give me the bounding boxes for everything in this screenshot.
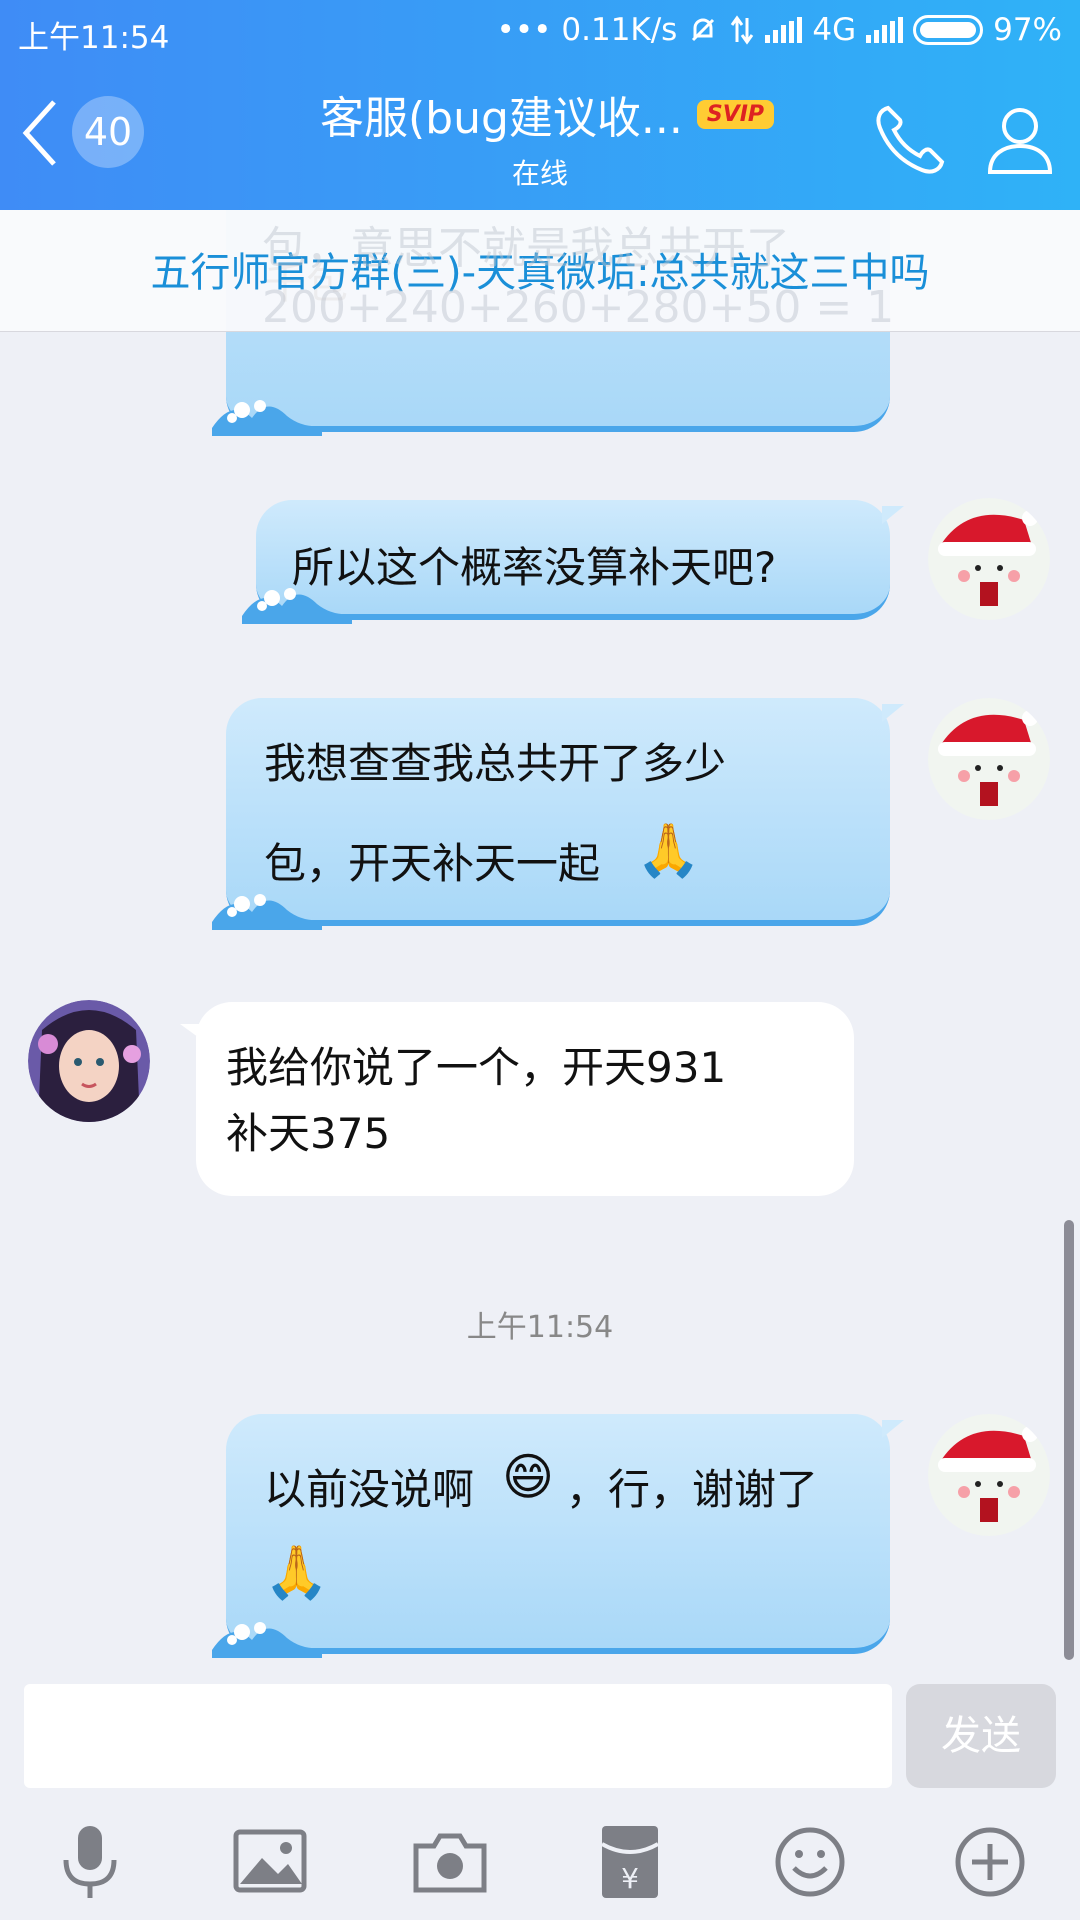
status-icons: ••• 0.11K/s 4G 97% [497,12,1062,48]
emoji-pray-icon: 🙏 [636,821,701,881]
message-text-line: 所以这个概率没算补天吧? [292,543,777,592]
message-text-line: 我给你说了一个，开天931 [226,1043,727,1092]
santa-hat-avatar-icon [928,498,1050,620]
message-text-line: 我想查查我总共开了多少 [264,739,727,788]
call-button[interactable] [870,100,950,180]
status-bar: 上午11:54 ••• 0.11K/s 4G 97% [0,0,1080,62]
santa-hat-avatar-icon [928,698,1050,820]
chat-title: 客服(bug建议收... [320,93,683,144]
bubble-tail [882,1420,904,1438]
message-list[interactable]: 千包 所以这个概率没算补天吧? 我想查查我总共开了多少 包，开天补天一起 🙏 [0,210,1080,1680]
send-button[interactable]: 发送 [906,1684,1056,1788]
input-toolbar: ¥ [0,1800,1080,1920]
message-input[interactable] [24,1684,892,1788]
data-arrows-icon [731,15,754,45]
message-bubble-outgoing[interactable]: 所以这个概率没算补天吧? [242,500,904,624]
camera-button[interactable] [410,1822,490,1902]
camera-icon [413,1833,487,1893]
mute-bell-icon [692,18,715,42]
message-bubble-incoming[interactable]: 我给你说了一个，开天931 补天375 [180,1002,854,1196]
plus-icon [955,1827,1025,1897]
network-type: 4G [812,12,857,48]
title-row[interactable]: 客服(bug建议收... SVIP [320,84,860,144]
message-text-line: 补天375 [226,1109,391,1158]
wave-decoration-icon [212,1622,322,1658]
message-bubble-outgoing[interactable]: 以前没说啊 😄 ，行，谢谢了 🙏 [212,1414,904,1658]
emoji-button[interactable] [770,1822,850,1902]
profile-button[interactable] [980,100,1060,180]
chat-header: 上午11:54 ••• 0.11K/s 4G 97% 40 客服(bug建议收.… [0,0,1080,210]
svg-text:¥: ¥ [621,1862,639,1895]
bubble-tail [882,506,904,524]
contact-avatar[interactable] [28,1000,150,1122]
signal-icon [765,17,803,43]
my-avatar[interactable] [928,1414,1050,1536]
svip-badge: SVIP [696,99,775,129]
phone-icon [876,105,945,174]
input-bar: 发送 [0,1680,1080,1800]
message-text-line: 以前没说啊 [264,1465,475,1514]
wave-decoration-icon [212,400,322,436]
bubble-tail [882,704,904,722]
emoji-grin-icon: 😄 [502,1448,555,1506]
message-text-line: ，行，谢谢了 [566,1465,819,1514]
voice-button[interactable] [50,1822,130,1902]
signal-2-icon [866,17,904,43]
status-dots: ••• [496,12,552,48]
message-timestamp: 上午11:54 [466,1310,614,1345]
nav-bar: 40 客服(bug建议收... SVIP 在线 [0,62,1080,210]
message-bubble-outgoing[interactable]: 我想查查我总共开了多少 包，开天补天一起 🙏 [212,698,904,930]
wave-decoration-icon [242,588,352,624]
scrollbar[interactable] [1064,1220,1074,1660]
bubble-tail [180,1024,202,1040]
battery-icon [913,15,984,45]
faded-message-line: 包，意思不就是我总共开了 [262,223,790,274]
santa-hat-avatar-icon [928,1414,1050,1536]
red-packet-button[interactable]: ¥ [590,1822,670,1902]
emoji-pray-icon: 🙏 [264,1543,329,1603]
anime-girl-avatar-icon [28,1000,150,1122]
more-button[interactable] [950,1822,1030,1902]
my-avatar[interactable] [928,698,1050,820]
my-avatar[interactable] [928,498,1050,620]
battery-level: 97% [993,12,1062,48]
faded-message-line: 200+240+260+280+50 = 1 [262,282,895,333]
microphone-icon [63,1826,117,1898]
status-time: 上午11:54 [18,20,170,56]
network-speed: 0.11K/s [561,12,678,48]
person-icon [987,108,1053,174]
image-button[interactable] [230,1822,310,1902]
emoji-icon [775,1827,845,1897]
wave-decoration-icon [212,894,322,930]
red-packet-icon: ¥ [601,1826,659,1898]
image-icon [233,1829,307,1893]
